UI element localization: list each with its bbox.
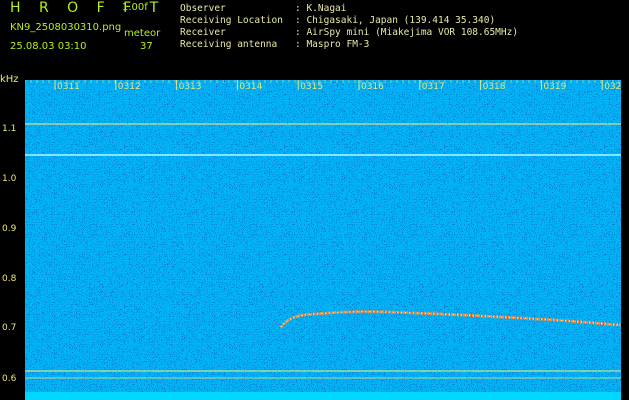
meta-key: Observer (180, 3, 226, 14)
right-border (621, 72, 629, 400)
y-tick-label: 0.6 (2, 374, 17, 384)
x-tick-label: 0315 (300, 82, 323, 92)
x-tick-label: 0317 (422, 82, 445, 92)
y-tick-label: 1.0 (2, 174, 17, 184)
file-name: KN9_2508030310.png (10, 22, 122, 33)
y-axis-unit: kHz (0, 74, 19, 85)
x-tick-label: 0313 (179, 82, 202, 92)
x-tick-label: 0314 (239, 82, 262, 92)
x-tick-label: 0320 (604, 82, 621, 92)
x-tick-label: 0311 (57, 82, 80, 92)
time-baseline-bar (25, 392, 621, 400)
meta-receiver: Receiver : AirSpy mini (Miakejima VOR 108… (180, 27, 518, 38)
meta-location: Receiving Location : Chigasaki, Japan (13… (180, 15, 495, 26)
meta-value: : AirSpy mini (Miakejima VOR 108.65MHz) (295, 27, 519, 38)
y-tick-label: 0.7 (2, 323, 17, 333)
x-tick-label: 0316 (361, 82, 384, 92)
noise-speckle (25, 80, 621, 392)
x-tick-label: 0318 (483, 82, 506, 92)
y-tick-label: 0.8 (2, 274, 17, 284)
meta-observer: Observer : K.Nagai (180, 3, 346, 14)
meteor-label: meteor (124, 28, 161, 39)
meta-value: : K.Nagai (295, 3, 347, 14)
spectrogram-canvas: 0311 0312 0313 0314 0315 0316 0317 0318 0319 0320 (25, 80, 621, 392)
meta-key: Receiving antenna (180, 39, 278, 50)
meta-value: : Maspro FM-3 (295, 39, 370, 50)
meta-antenna: Receiving antenna : Maspro FM-3 (180, 39, 369, 50)
file-datetime: 25.08.03 03:10 (10, 41, 87, 52)
y-tick-label: 0.9 (2, 224, 17, 234)
y-tick-label: 1.1 (2, 124, 17, 134)
header-panel: H R O F F T 1.00f KN9_2508030310.png 25.… (0, 0, 629, 72)
meta-key: Receiver (180, 27, 226, 38)
x-tick-label: 0312 (118, 82, 141, 92)
meta-key: Receiving Location (180, 15, 283, 26)
meta-value: : Chigasaki, Japan (139.414 35.340) (295, 15, 496, 26)
meteor-count: 37 (140, 41, 153, 52)
x-tick-label: 0319 (543, 82, 566, 92)
app-version: 1.00f (122, 2, 148, 13)
